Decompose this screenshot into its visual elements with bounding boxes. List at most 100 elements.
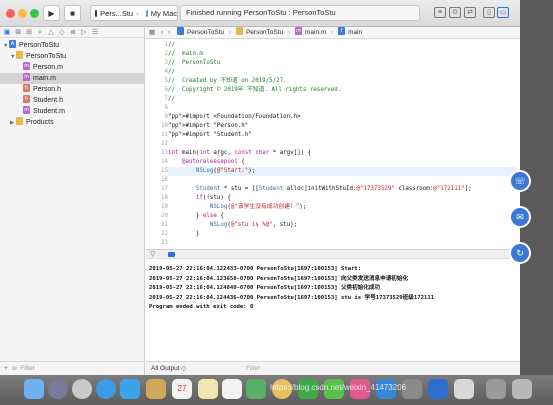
play-icon: ▶ — [48, 8, 55, 18]
chevron-right-icon: › — [287, 29, 291, 36]
navigator-toggle-icon[interactable]: ▯ — [483, 7, 495, 18]
console-line: 2019-05-27 22:16:04.123658-0700 PersonTo… — [149, 275, 409, 282]
crumb-symbol[interactable]: main — [348, 29, 362, 36]
code-line: NSLog(@"Start:"); — [168, 167, 518, 176]
debug-area-toggle-icon[interactable]: ▭ — [497, 7, 509, 18]
search-icon[interactable]: ⌕ — [36, 28, 44, 37]
debug-bar: ▽ — [146, 249, 520, 259]
back-icon[interactable]: ‹ — [161, 29, 163, 36]
test-icon[interactable]: ◇ — [58, 28, 66, 37]
navigator-tabs: ▣ ⊠ ⊞ ⌕ △ ◇ ≣ ▷ ☰ — [0, 27, 144, 38]
console-footer: All Output ◇ Filter — [146, 361, 520, 375]
stop-button[interactable]: ■ — [64, 5, 81, 21]
line-number: 19 — [161, 204, 168, 210]
trash-icon[interactable] — [512, 379, 532, 399]
contacts-icon[interactable] — [146, 379, 166, 399]
hide-debug-icon[interactable]: ▽ — [150, 250, 155, 259]
crumb-group[interactable]: PersonToStu — [246, 29, 283, 36]
tree-item-group[interactable]: ▼ PersonToStu — [0, 51, 145, 62]
zoom-window-button[interactable] — [30, 9, 39, 18]
console-line: 2019-05-27 22:16:04.124049-0700 PersonTo… — [149, 285, 381, 291]
tree-item-person-h[interactable]: h Person.h — [0, 84, 145, 95]
xcode-icon[interactable] — [428, 379, 448, 399]
report-icon[interactable]: ☰ — [91, 28, 99, 37]
symbol-icon[interactable]: ⊞ — [25, 28, 33, 37]
line-number: 15 — [161, 168, 168, 174]
version-editor-icon[interactable]: ⇄ — [464, 7, 476, 18]
breakpoint-icon[interactable]: ▷ — [80, 28, 88, 37]
console-output[interactable]: 2019-05-27 22:16:04.122433-0700 PersonTo… — [146, 259, 520, 361]
standard-editor-icon[interactable]: ≡ — [434, 7, 446, 18]
chevron-right-icon: › — [331, 29, 334, 36]
scheme-selector[interactable]: Pers...Stu › My Mac — [90, 5, 178, 21]
function-icon: f — [338, 27, 346, 36]
console-line: 2019-05-27 22:16:04.122433-0700 PersonTo… — [149, 266, 362, 272]
console-filter[interactable]: Filter — [246, 362, 260, 375]
related-items-icon[interactable]: ▦ — [149, 29, 155, 36]
crumb-file[interactable]: main.m — [305, 29, 326, 36]
safari-icon[interactable] — [96, 379, 116, 399]
tree-item-label: Person.h — [33, 86, 62, 93]
output-selector[interactable]: All Output ◇ — [151, 365, 186, 372]
tree-item-main-m[interactable]: m main.m — [0, 73, 145, 84]
tree-item-label: PersonToStu — [19, 42, 60, 49]
tree-item-student-h[interactable]: h Student.h — [0, 95, 145, 106]
preview-icon[interactable] — [454, 379, 474, 399]
mail-icon[interactable] — [120, 379, 140, 399]
line-number: 14 — [161, 159, 168, 165]
terminal-icon — [95, 9, 98, 17]
tree-item-label: Products — [26, 119, 54, 126]
line-number: 16 — [161, 177, 168, 183]
crumb-project[interactable]: PersonToStu — [187, 29, 224, 36]
tree-item-person-m[interactable]: m Person.m — [0, 62, 145, 73]
jump-bar: ▦ ‹ › PersonToStu › PersonToStu › m main.… — [146, 27, 520, 39]
navigator-filter[interactable]: + ⊜ Filter — [0, 361, 145, 375]
line-number: 5 — [164, 78, 169, 84]
finder-icon[interactable] — [24, 379, 44, 399]
activity-status: Finished running PersonToStu : PersonToS… — [180, 5, 420, 21]
tree-item-products[interactable]: ▶ Products — [0, 117, 145, 128]
line-number: 9 — [164, 114, 169, 120]
headset-icon[interactable]: ☏ — [509, 170, 531, 192]
calendar-icon[interactable]: 27 — [172, 379, 192, 399]
debug-icon[interactable]: ≣ — [69, 28, 77, 37]
folder-icon[interactable]: ▣ — [3, 28, 11, 37]
assistant-editor-icon[interactable]: ⊙ — [449, 7, 461, 18]
minimize-window-button[interactable] — [18, 9, 27, 18]
maps-icon[interactable] — [246, 379, 266, 399]
comment-icon[interactable]: ✉ — [509, 206, 531, 228]
downloads-icon[interactable] — [486, 379, 506, 399]
source-editor[interactable]: 1//2// main.m 3// PersonToStu 4//5// Creat… — [146, 39, 520, 249]
add-icon[interactable]: + — [4, 365, 8, 372]
code-line: // PersonToStu — [168, 60, 221, 66]
siri-icon[interactable] — [48, 379, 68, 399]
source-control-icon[interactable]: ⊠ — [14, 28, 22, 37]
code-line: NSLog(@"stu is %@", stu); — [209, 222, 298, 228]
tree-item-student-m[interactable]: m Student.m — [0, 106, 145, 117]
scheme-target: Pers...Stu — [100, 8, 134, 18]
folder-icon — [16, 51, 23, 60]
code-line: Student * stu = [[Student alloc]initWith… — [195, 186, 472, 192]
forward-icon[interactable]: › — [168, 29, 170, 36]
line-number: 2 — [164, 51, 169, 57]
line-number: 11 — [161, 132, 168, 138]
breakpoints-icon[interactable] — [168, 252, 175, 257]
warning-icon[interactable]: △ — [47, 28, 55, 37]
tree-item-label: Student.m — [33, 108, 65, 115]
m-file-icon: m — [23, 73, 30, 82]
scheme-device: My Mac — [150, 8, 177, 18]
line-number: 20 — [161, 213, 168, 219]
mac-icon — [145, 9, 148, 17]
tree-item-project[interactable]: ▼ A PersonToStu — [0, 40, 145, 51]
launchpad-icon[interactable] — [72, 379, 92, 399]
project-icon: A — [9, 40, 16, 49]
reminders-icon[interactable] — [222, 379, 242, 399]
close-window-button[interactable] — [6, 9, 15, 18]
refresh-icon[interactable]: ↻ — [509, 242, 531, 264]
console-line: 2019-05-27 22:16:04.124436-0700 PersonTo… — [149, 294, 435, 301]
notes-icon[interactable] — [198, 379, 218, 399]
code-line: NSLog(@"该学生没有成功创建！"); — [209, 204, 307, 210]
m-file-icon: m — [23, 106, 30, 115]
tree-item-label: PersonToStu — [26, 53, 67, 60]
run-button[interactable]: ▶ — [43, 5, 60, 21]
